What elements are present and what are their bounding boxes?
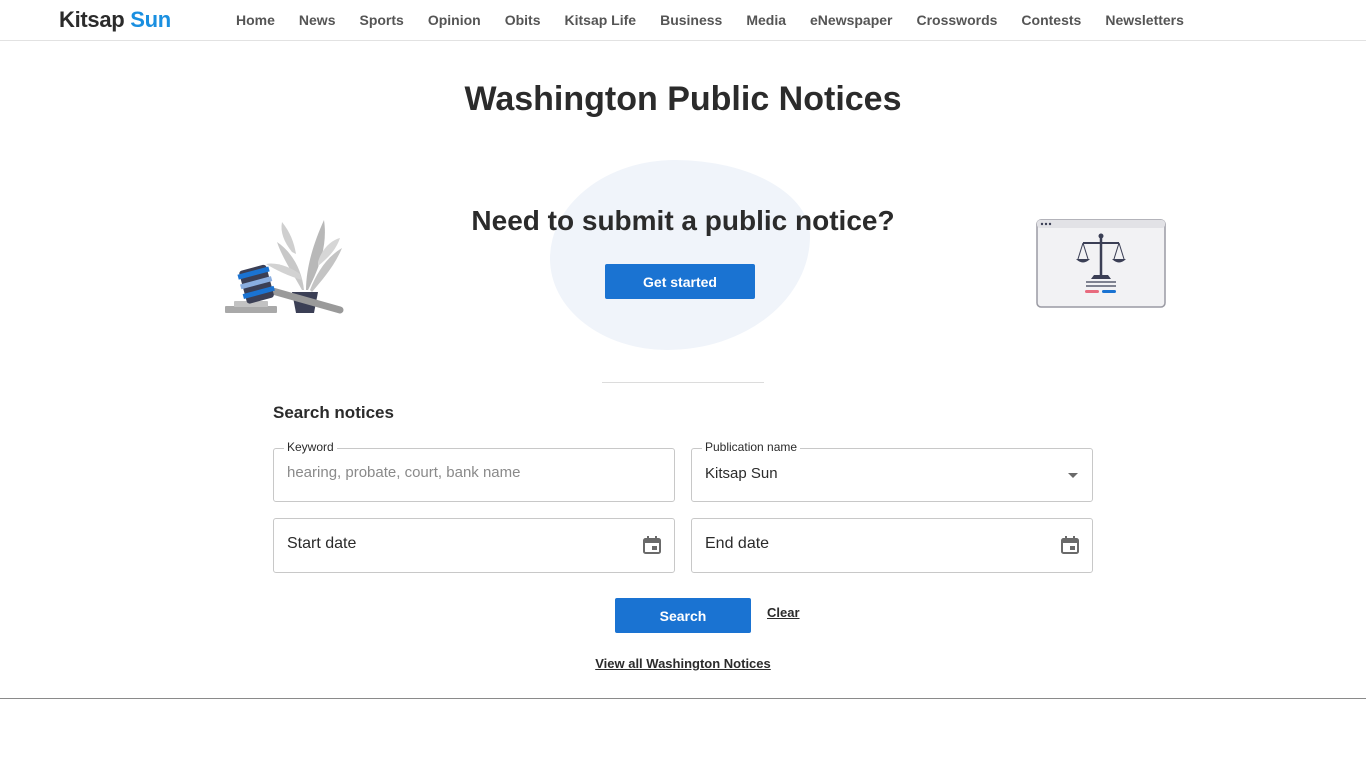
nav-item-news[interactable]: News (287, 12, 348, 28)
logo-word-1: Kitsap (59, 7, 125, 32)
view-all-notices: View all Washington Notices (0, 656, 1366, 671)
nav-item-sports[interactable]: Sports (347, 12, 415, 28)
keyword-label: Keyword (284, 440, 337, 454)
footer-rule (0, 698, 1366, 699)
chevron-down-icon (1068, 473, 1078, 478)
calendar-icon[interactable] (642, 535, 662, 555)
publication-name-select[interactable]: Publication name Kitsap Sun (691, 440, 1093, 502)
hero-background-blob (550, 160, 810, 350)
page-title: Washington Public Notices (464, 80, 902, 118)
nav-item-crosswords[interactable]: Crosswords (905, 12, 1010, 28)
calendar-icon[interactable] (1060, 535, 1080, 555)
scales-of-justice-illustration (1036, 219, 1166, 308)
nav-item-media[interactable]: Media (734, 12, 798, 28)
view-all-notices-link[interactable]: View all Washington Notices (595, 656, 771, 671)
section-divider (602, 382, 764, 383)
nav-item-opinion[interactable]: Opinion (416, 12, 493, 28)
nav-item-contests[interactable]: Contests (1009, 12, 1093, 28)
nav-item-enewspaper[interactable]: eNewspaper (798, 12, 904, 28)
get-started-button[interactable]: Get started (605, 264, 755, 299)
main-nav: Home News Sports Opinion Obits Kitsap Li… (224, 0, 1196, 40)
start-date-text: Start date (287, 535, 357, 552)
keyword-input[interactable] (287, 464, 647, 481)
publication-name-value: Kitsap Sun (705, 465, 778, 482)
nav-item-business[interactable]: Business (648, 12, 734, 28)
top-navigation-bar: Kitsap Sun Home News Sports Opinion Obit… (0, 0, 1366, 41)
nav-item-obits[interactable]: Obits (493, 12, 553, 28)
end-date-text: End date (705, 535, 770, 552)
clear-link[interactable]: Clear (767, 605, 800, 620)
site-logo[interactable]: Kitsap Sun (59, 7, 171, 33)
nav-item-home[interactable]: Home (224, 12, 287, 28)
nav-item-kitsap-life[interactable]: Kitsap Life (553, 12, 649, 28)
logo-word-2: Sun (130, 7, 171, 32)
publication-name-label: Publication name (702, 440, 801, 454)
search-button[interactable]: Search (615, 598, 751, 633)
nav-item-newsletters[interactable]: Newsletters (1093, 12, 1196, 28)
keyword-field: Keyword (273, 440, 675, 502)
start-date-field[interactable]: Start date (273, 518, 675, 573)
end-date-field[interactable]: End date (691, 518, 1093, 573)
search-notices-heading: Search notices (273, 403, 394, 422)
